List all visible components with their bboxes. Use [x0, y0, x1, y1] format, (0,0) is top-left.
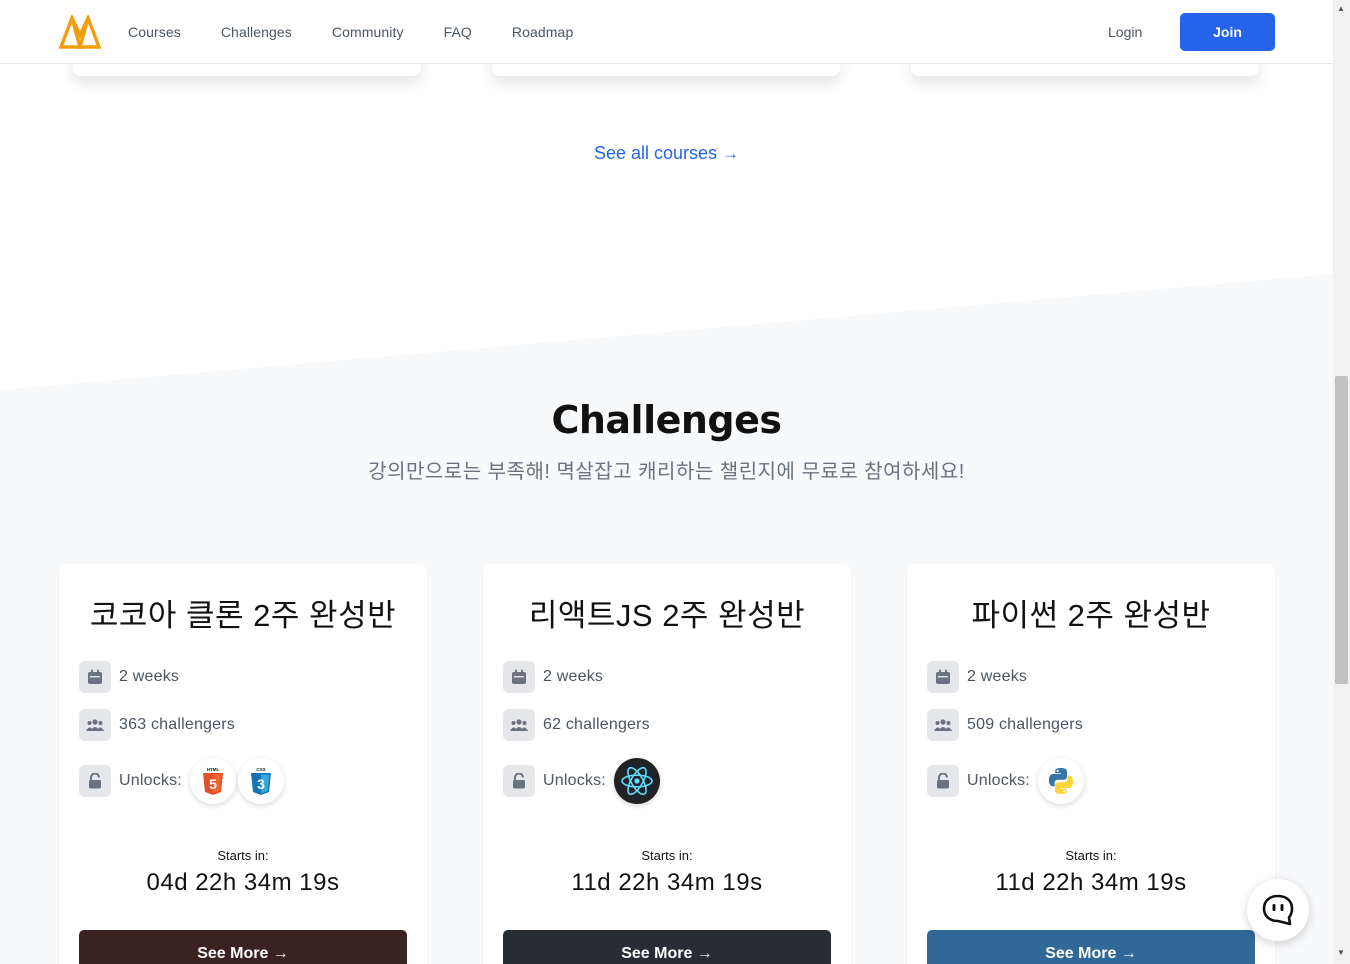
starts-in-label: Starts in:: [1065, 848, 1117, 863]
duration-text: 2 weeks: [119, 668, 180, 685]
nav-faq[interactable]: FAQ: [444, 24, 472, 40]
users-icon: [79, 709, 111, 741]
countdown-timer: 11d 22h 34m 19s: [995, 869, 1187, 896]
logo-icon[interactable]: [59, 15, 101, 49]
calendar-icon: [503, 661, 535, 693]
main-nav: Courses Challenges Community FAQ Roadmap: [128, 0, 613, 64]
section-title: Challenges: [551, 398, 782, 442]
unlock-icon: [79, 765, 111, 797]
card-title: 코코아 클론 2주 완성반: [89, 598, 397, 633]
unlock-icon: [503, 765, 535, 797]
nav-roadmap[interactable]: Roadmap: [512, 24, 573, 40]
nav-courses[interactable]: Courses: [128, 24, 181, 40]
card-title: 파이썬 2주 완성반: [971, 598, 1211, 633]
join-button[interactable]: Join: [1180, 13, 1275, 51]
calendar-icon: [927, 661, 959, 693]
nav-community[interactable]: Community: [332, 24, 404, 40]
scrollbar-thumb[interactable]: [1335, 376, 1348, 684]
unlocks-label: Unlocks:: [967, 772, 1030, 789]
duration-row: 2 weeks: [503, 661, 603, 693]
arrow-right-icon: →: [722, 144, 740, 163]
react-icon: [613, 758, 660, 804]
unlock-icon: [927, 765, 959, 797]
see-all-courses-label: See all courses: [593, 143, 718, 163]
see-more-button[interactable]: See More →: [927, 930, 1255, 964]
duration-row: 2 weeks: [927, 661, 1027, 693]
unlocks-label: Unlocks:: [543, 772, 606, 789]
duration-text: 2 weeks: [543, 668, 604, 685]
card-title: 리액트JS 2주 완성반: [528, 598, 806, 633]
scroll-up-icon[interactable]: ▲: [1337, 4, 1345, 13]
css3-icon: CSS 3: [237, 758, 284, 804]
challengers-row: 363 challengers: [79, 709, 235, 741]
site-header: Courses Challenges Community FAQ Roadmap…: [0, 0, 1333, 64]
users-icon: [927, 709, 959, 741]
scroll-down-icon[interactable]: ▼: [1337, 948, 1345, 957]
unlocks-label: Unlocks:: [119, 772, 182, 789]
starts-in-label: Starts in:: [641, 848, 693, 863]
unlocks-row: Unlocks: HTML 5 CSS 3: [79, 758, 284, 804]
chat-button[interactable]: [1247, 879, 1309, 941]
challengers-row: 62 challengers: [503, 709, 650, 741]
challengers-row: 509 challengers: [927, 709, 1083, 741]
countdown-timer: 11d 22h 34m 19s: [571, 869, 763, 896]
see-more-button[interactable]: See More →: [79, 930, 407, 964]
section-subtitle: 강의만으로는 부족해! 멱살잡고 캐리하는 챌린지에 무료로 참여하세요!: [368, 461, 965, 483]
unlocks-row: Unlocks:: [503, 758, 660, 804]
html5-icon: HTML 5: [189, 758, 236, 804]
calendar-icon: [79, 661, 111, 693]
duration-text: 2 weeks: [967, 668, 1028, 685]
challenge-card[interactable]: 리액트JS 2주 완성반 2 weeks 62 challengers Unlo…: [483, 564, 851, 964]
challenge-card[interactable]: 코코아 클론 2주 완성반 2 weeks 363 challengers Un…: [59, 564, 427, 964]
python-icon: [1037, 758, 1084, 804]
challengers-text: 509 challengers: [967, 716, 1083, 733]
svg-text:CSS: CSS: [256, 767, 265, 772]
unlocks-row: Unlocks:: [927, 758, 1084, 804]
users-icon: [503, 709, 535, 741]
challenge-card[interactable]: 파이썬 2주 완성반 2 weeks 509 challengers Unloc…: [907, 564, 1275, 964]
nav-challenges[interactable]: Challenges: [221, 24, 292, 40]
svg-text:3: 3: [257, 776, 265, 792]
starts-in-label: Starts in:: [217, 848, 269, 863]
see-all-courses-link[interactable]: See all courses →: [0, 143, 1333, 164]
challengers-text: 62 challengers: [543, 716, 650, 733]
scrollbar[interactable]: ▲ ▼: [1333, 0, 1350, 964]
duration-row: 2 weeks: [79, 661, 179, 693]
svg-text:HTML: HTML: [207, 767, 220, 772]
countdown-timer: 04d 22h 34m 19s: [146, 869, 340, 896]
see-more-button[interactable]: See More →: [503, 930, 831, 964]
svg-text:5: 5: [209, 776, 217, 792]
chat-bubble-icon: [1262, 894, 1294, 926]
login-link[interactable]: Login: [1108, 24, 1142, 40]
challengers-text: 363 challengers: [119, 716, 235, 733]
